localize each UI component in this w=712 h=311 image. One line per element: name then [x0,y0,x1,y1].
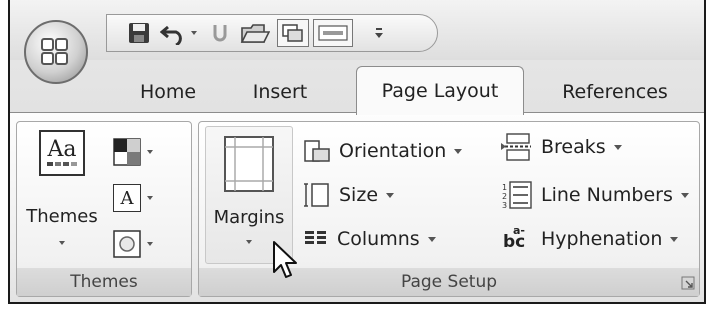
undo-dropdown-icon[interactable] [187,19,201,47]
theme-colors-button[interactable] [113,132,163,172]
themes-button[interactable]: Aa Themes [25,130,99,270]
tab-home-label: Home [139,81,197,103]
tab-page-layout[interactable]: Page Layout [356,66,524,115]
columns-icon [303,229,329,249]
theme-fonts-icon-text: A [120,187,134,209]
office-button[interactable] [24,20,88,84]
orientation-icon [303,139,331,163]
tab-insert[interactable]: Insert [236,72,324,112]
mouse-pointer-icon [273,241,297,278]
margins-dropdown-icon [246,240,252,244]
svg-text:1: 1 [502,183,507,192]
theme-fonts-icon: A [113,184,141,212]
save-icon[interactable] [125,19,153,47]
customize-icon[interactable] [369,19,389,47]
margins-button-label: Margins [213,207,285,228]
svg-text:3: 3 [502,201,507,209]
quick-access-toolbar [106,14,438,52]
breaks-label: Breaks [541,136,606,158]
hyphenation-icon-text: bc [503,232,526,252]
line-numbers-dropdown-icon [680,192,689,198]
redo-icon[interactable] [207,19,233,47]
columns-label: Columns [337,228,420,250]
tab-insert-label: Insert [252,81,308,103]
line-numbers-label: Line Numbers [541,184,673,206]
breaks-button[interactable]: Breaks [501,130,622,164]
office-logo-icon [41,38,71,68]
columns-dropdown-icon [427,236,436,242]
themes-icon-text: Aa [47,137,77,162]
line-numbers-icon: 123 [501,181,533,209]
tab-page-layout-label: Page Layout [381,80,499,102]
theme-colors-icon [113,138,141,166]
orientation-dropdown-icon [454,148,463,154]
theme-effects-icon [113,230,141,258]
spelling-icon[interactable] [313,19,353,47]
breaks-icon [501,133,533,161]
size-button[interactable]: Size [303,178,395,212]
themes-dropdown-icon [59,241,65,245]
columns-button[interactable]: Columns [303,222,436,256]
themes-icon: Aa [39,130,85,176]
size-icon [303,182,331,208]
undo-icon[interactable] [159,19,187,47]
ribbon-panel: Aa Themes A Themes Margins Orientation S… [10,112,704,302]
theme-fonts-button[interactable]: A [113,178,163,218]
theme-effects-button[interactable] [113,224,163,264]
dialog-launcher-icon[interactable] [681,276,695,290]
themes-group: Aa Themes A Themes [16,121,192,297]
hyphenation-button[interactable]: a- bc Hyphenation [501,222,679,256]
tab-references[interactable]: References [540,72,690,112]
size-label: Size [339,184,379,206]
tab-home[interactable]: Home [122,72,214,112]
svg-text:2: 2 [502,192,507,201]
print-preview-icon[interactable] [277,19,309,47]
themes-button-label: Themes [26,206,98,227]
line-numbers-button[interactable]: 123 Line Numbers [501,178,689,212]
hyphenation-dropdown-icon [670,236,679,242]
themes-group-label: Themes [17,268,191,296]
orientation-button[interactable]: Orientation [303,134,463,168]
word-ribbon-window: Home Insert Page Layout References Aa Th… [8,0,706,304]
margins-icon [224,136,274,192]
tab-references-label: References [562,81,668,103]
hyphenation-icon: a- bc [501,225,533,253]
orientation-label: Orientation [339,140,447,162]
size-dropdown-icon [386,192,395,198]
open-folder-icon[interactable] [239,19,271,47]
breaks-dropdown-icon [613,144,622,150]
hyphenation-label: Hyphenation [541,228,663,250]
